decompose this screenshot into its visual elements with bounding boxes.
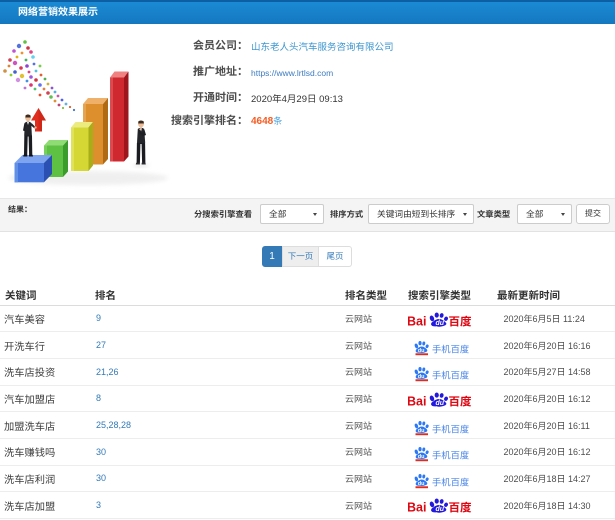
svg-text:百度: 百度 [449, 500, 472, 515]
svg-text:du: du [436, 320, 445, 327]
svg-text:du: du [436, 506, 445, 513]
svg-text:手机百度: 手机百度 [432, 368, 469, 382]
svg-text:du: du [418, 454, 425, 460]
svg-text:du: du [436, 400, 445, 407]
svg-text:Bai: Bai [408, 501, 426, 515]
svg-text:du: du [418, 374, 425, 380]
svg-text:手机百度: 手机百度 [432, 474, 469, 488]
svg-text:Bai: Bai [408, 394, 426, 408]
svg-text:Bai: Bai [408, 314, 426, 328]
svg-text:百度: 百度 [449, 393, 472, 408]
svg-text:du: du [418, 427, 425, 433]
svg-text:du: du [418, 481, 425, 487]
svg-text:百度: 百度 [449, 313, 472, 328]
svg-text:手机百度: 手机百度 [432, 341, 469, 355]
svg-text:du: du [418, 347, 425, 353]
svg-text:手机百度: 手机百度 [432, 421, 469, 435]
svg-text:手机百度: 手机百度 [432, 448, 469, 462]
